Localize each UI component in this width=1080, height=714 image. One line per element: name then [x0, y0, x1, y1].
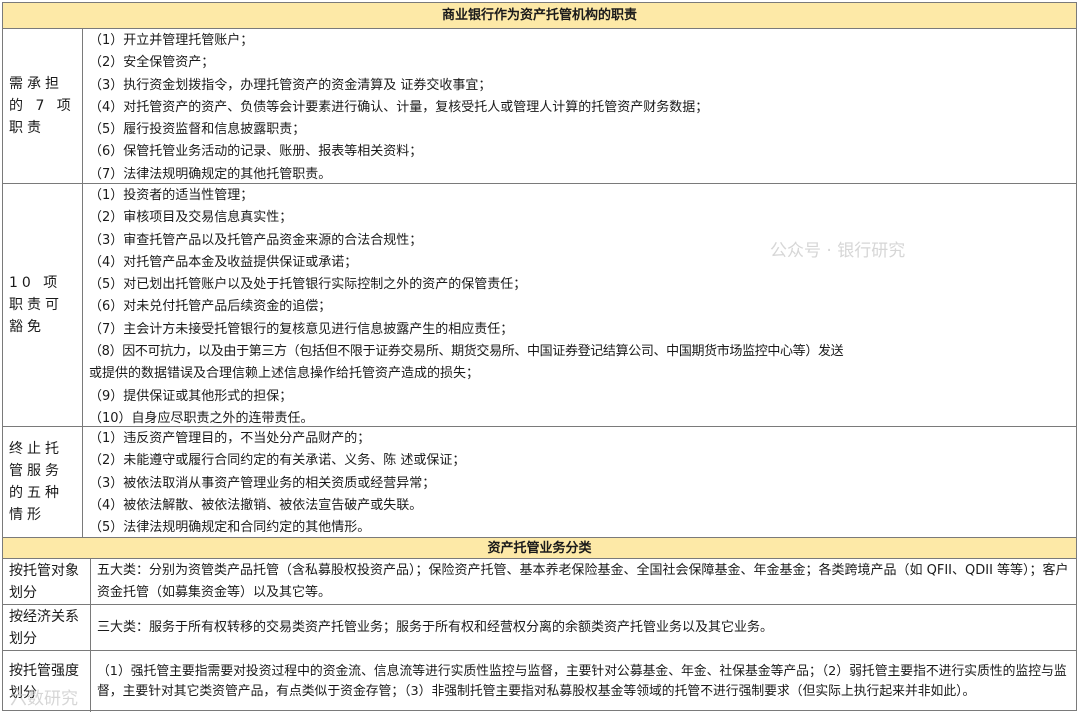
list-item: （7）法律法规明确规定的其他托管职责。 [89, 166, 332, 182]
row-label-seven-duties: 需承担的 7 项职责 [3, 29, 83, 183]
list-item: （5）对已划出托管账户以及处于托管银行实际控制之外的资产的保管责任； [89, 277, 527, 293]
list-item: （1）违反资产管理目的，不当处分产品财产的； [89, 431, 371, 446]
by-object-text: 五大类：分别为资管类产品托管（含私募股权投资产品）；保险资产托管、基本养老保险基… [91, 559, 1076, 604]
list-item: （2）未能遵守或履行合同约定的有关承诺、义务、陈 述或保证； [89, 453, 466, 469]
list-item: （5）履行投资监督和信息披露职责； [89, 122, 306, 138]
label-text: 需承担的 7 项职责 [9, 76, 75, 136]
list-item: （9）提供保证或其他形式的担保； [89, 388, 293, 404]
row-by-custody-strength: 按托管强度划分 （1）强托管主要指需要对投资过程中的资金流、信息流等进行实质性监… [3, 651, 1076, 712]
list-item: （3）审查托管产品以及托管产品资金来源的合法合规性； [89, 232, 423, 248]
exemptions-list: （1）投资者的适当性管理； （2）审核项目及交易信息真实性； （3）审查托管产品… [83, 184, 1076, 426]
list-item: （8）因不可抗力，以及由于第三方（包括但不限于证券交易所、期货交易所、中国证券登… [89, 344, 844, 360]
list-item: （4）对托管产品本金及收益提供保证或承诺； [89, 254, 358, 270]
list-item: 或提供的数据错误及合理信赖上述信息操作给托管资产造成的损失； [89, 366, 480, 382]
row-label-ten-exemptions: 10 项职责可豁免 [3, 184, 83, 426]
classification-text: 五大类：分别为资管类产品托管（含私募股权投资产品）；保险资产托管、基本养老保险基… [97, 562, 1069, 600]
label-text: 按经济关系划分 [9, 608, 79, 647]
label-text: 10 项职责可豁免 [9, 275, 63, 335]
list-item: （5）法律法规明确规定和合同约定的其他情形。 [89, 520, 371, 536]
list-item: （3）被依法取消从事资产管理业务的相关资质或经营异常； [89, 475, 436, 491]
duties-list: （1）开立并管理托管账户； （2）安全保管资产； （3）执行资金划拨指令，办理托… [83, 29, 1076, 183]
list-item: （4）对托管资产的资产、负债等会计要素进行确认、计量，复核受托人或管理人计算的托… [89, 99, 709, 115]
row-label-by-economic-relation: 按经济关系划分 [3, 605, 91, 650]
label-text: 终止托管服务的五种情形 [9, 441, 63, 523]
list-item: （7）主会计方未接受托管银行的复核意见进行信息披露产生的相应责任； [89, 321, 514, 337]
row-seven-duties: 需承担的 7 项职责 （1）开立并管理托管账户； （2）安全保管资产； （3）执… [3, 29, 1076, 184]
watermark-bottom-left: 六数研究 [10, 689, 78, 709]
termination-list: （1）违反资产管理目的，不当处分产品财产的； （2）未能遵守或履行合同约定的有关… [83, 427, 1076, 537]
watermark-right: 公众号 · 银行研究 [770, 241, 906, 261]
list-item: （4）被依法解散、被依法撤销、被依法宣告破产或失联。 [89, 497, 423, 513]
by-custody-strength-text: （1）强托管主要指需要对投资过程中的资金流、信息流等进行实质性监控与监督，主要针… [91, 651, 1076, 712]
classification-text: 三大类：服务于所有权转移的交易类资产托管业务；服务于所有权和经营权分离的余额类资… [97, 619, 774, 635]
duties-table: 商业银行作为资产托管机构的职责 需承担的 7 项职责 （1）开立并管理托管账户；… [2, 2, 1077, 712]
row-termination-cases: 终止托管服务的五种情形 （1）违反资产管理目的，不当处分产品财产的； （2）未能… [3, 427, 1076, 538]
row-label-termination: 终止托管服务的五种情形 [3, 427, 83, 537]
list-item: （2）安全保管资产； [89, 55, 215, 71]
list-item: （6）保管托管业务活动的记录、账册、报表等相关资料； [89, 144, 423, 160]
classification-text: （1）强托管主要指需要对投资过程中的资金流、信息流等进行实质性监控与监督，主要针… [97, 664, 1067, 699]
by-economic-relation-text: 三大类：服务于所有权转移的交易类资产托管业务；服务于所有权和经营权分离的余额类资… [91, 605, 1076, 650]
list-item: （1）开立并管理托管账户； [89, 33, 254, 48]
row-ten-exemptions: 10 项职责可豁免 （1）投资者的适当性管理； （2）审核项目及交易信息真实性；… [3, 184, 1076, 427]
row-label-by-object: 按托管对象划分 [3, 559, 91, 604]
label-text: 按托管对象划分 [9, 562, 79, 601]
row-by-object: 按托管对象划分 五大类：分别为资管类产品托管（含私募股权投资产品）；保险资产托管… [3, 559, 1076, 605]
list-item: （3）执行资金划拨指令，办理托管资产的资金清算及 证券交收事宜； [89, 77, 492, 93]
section-title-duties: 商业银行作为资产托管机构的职责 [3, 3, 1076, 29]
list-item: （1）投资者的适当性管理； [89, 188, 254, 203]
section-title-classification: 资产托管业务分类 [3, 538, 1076, 559]
list-item: （2）审核项目及交易信息真实性； [89, 210, 293, 226]
list-item: （6）对未兑付托管产品后续资金的追偿； [89, 299, 332, 315]
row-by-economic-relation: 按经济关系划分 三大类：服务于所有权转移的交易类资产托管业务；服务于所有权和经营… [3, 605, 1076, 651]
